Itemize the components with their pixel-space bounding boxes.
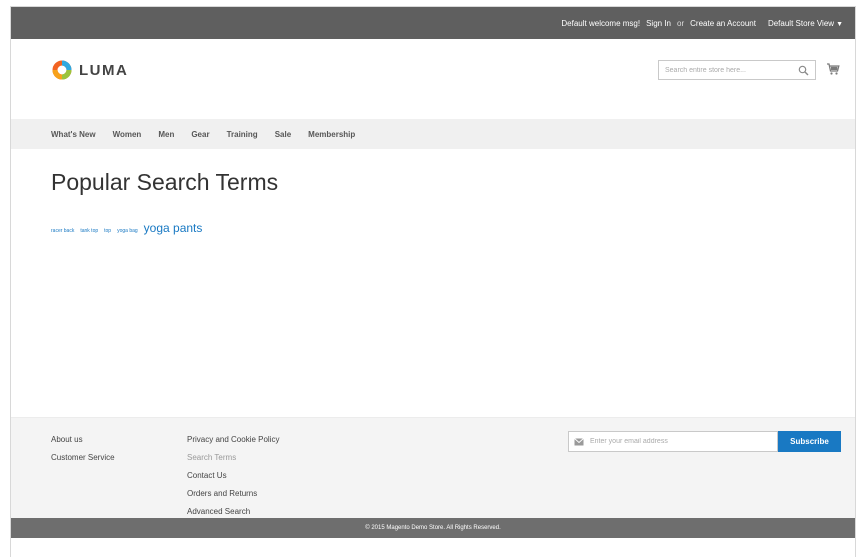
search-term-link[interactable]: yoga bag (117, 228, 138, 234)
search-term-link[interactable]: top (104, 228, 111, 234)
nav-item-sale[interactable]: Sale (275, 130, 291, 139)
footer-link-customer-service[interactable]: Customer Service (51, 449, 115, 467)
newsletter-email-input[interactable] (588, 437, 772, 446)
cart-icon[interactable] (826, 62, 840, 76)
newsletter-form: Subscribe (568, 431, 841, 452)
chevron-down-icon: ▼ (836, 20, 843, 28)
footer-link-privacy-policy[interactable]: Privacy and Cookie Policy (187, 431, 279, 449)
store-view-switcher[interactable]: Default Store View ▼ (762, 19, 843, 28)
search-term-link[interactable]: racer back (51, 228, 74, 234)
luma-logo-icon (52, 60, 72, 80)
subscribe-button[interactable]: Subscribe (778, 431, 841, 452)
nav-item-gear[interactable]: Gear (191, 130, 209, 139)
logo[interactable]: LUMA (51, 59, 128, 81)
footer-links-column: About us Customer Service (51, 431, 115, 467)
nav-item-training[interactable]: Training (227, 130, 258, 139)
page-title: Popular Search Terms (51, 169, 279, 195)
nav-item-women[interactable]: Women (113, 130, 142, 139)
search-icon[interactable] (798, 65, 809, 76)
page-frame: Default welcome msg! Sign In or Create a… (11, 7, 855, 557)
nav-item-membership[interactable]: Membership (308, 130, 355, 139)
or-separator: or (677, 18, 685, 28)
newsletter-field (568, 431, 778, 452)
create-account-link[interactable]: Create an Account (690, 19, 756, 28)
search-input[interactable] (659, 65, 797, 75)
store-view-label: Default Store View (767, 18, 835, 28)
footer-link-orders-returns[interactable]: Orders and Returns (187, 485, 279, 503)
footer: About us Customer Service Privacy and Co… (11, 417, 855, 538)
copyright-bar: © 2015 Magento Demo Store. All Rights Re… (11, 518, 855, 538)
brand-name: LUMA (79, 61, 129, 79)
footer-link-about-us[interactable]: About us (51, 431, 115, 449)
search-box (658, 60, 816, 80)
nav-item-men[interactable]: Men (158, 130, 174, 139)
header-top-bar: Default welcome msg! Sign In or Create a… (11, 7, 855, 39)
search-terms-cloud: racer back tank top top yoga bag yoga pa… (51, 221, 208, 235)
search-term-link[interactable]: yoga pants (144, 221, 203, 235)
welcome-message: Default welcome msg! (561, 18, 641, 28)
main-navigation: What's New Women Men Gear Training Sale … (11, 119, 855, 149)
footer-links-column: Privacy and Cookie Policy Search Terms C… (187, 431, 279, 521)
envelope-icon (574, 437, 584, 445)
main-content: Popular Search Terms racer back tank top… (11, 149, 855, 417)
footer-link-contact-us[interactable]: Contact Us (187, 467, 279, 485)
sign-in-link[interactable]: Sign In (646, 19, 671, 28)
nav-item-whats-new[interactable]: What's New (51, 130, 96, 139)
copyright-text: © 2015 Magento Demo Store. All Rights Re… (365, 525, 501, 531)
header: LUMA (11, 39, 855, 119)
footer-link-search-terms: Search Terms (187, 453, 237, 462)
search-term-link[interactable]: tank top (80, 228, 98, 234)
